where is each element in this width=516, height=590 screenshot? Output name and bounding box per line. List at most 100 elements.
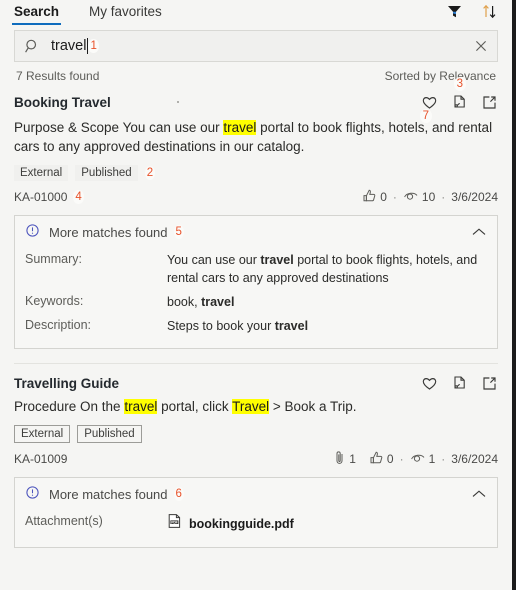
match-key: Summary: [25,252,82,266]
annotation-badge-3: 3 [453,77,466,91]
tab-my-favorites-label: My favorites [89,4,162,19]
more-matches-toggle[interactable]: More matches found 6 [15,478,497,510]
open-in-new-window-icon[interactable] [481,375,498,392]
results-count: 7 Results found [16,69,100,83]
article-id: KA-01000 [14,190,68,204]
result-actions [421,374,498,392]
view-stat: 10 [403,188,435,206]
result-id-row: KA-01009 1 0 · 1 · 3/6/2024 [14,450,498,468]
more-matches-panel: More matches found 5 Summary: You can us… [14,215,498,349]
tab-my-favorites[interactable]: My favorites [87,0,164,25]
result-snippet: Purpose & Scope You can use our travel p… [14,118,498,156]
document-link-icon[interactable] [451,375,468,392]
search-panel: Search My favorites travel 1 7 Results f… [0,0,516,590]
chevron-up-icon[interactable] [471,227,487,237]
status-badge: Published [75,165,138,181]
annotation-badge-7: 7 [419,109,432,123]
result-header: Travelling Guide [14,374,498,392]
match-row: Description: Steps to book your travel [25,314,487,338]
result-tags: External Published [14,425,498,443]
result-snippet: Procedure On the travel portal, click Tr… [14,397,498,416]
result-tags: External Published 2 [14,165,498,181]
more-matches-label: More matches found [49,486,168,502]
match-key: Description: [25,318,91,332]
more-matches-body: Summary: You can use our travel portal t… [15,248,497,348]
more-matches-toggle[interactable]: More matches found 5 [15,216,497,248]
toolbar-actions [446,3,498,20]
like-count: 0 [380,190,387,204]
annotation-badge-6: 6 [173,487,184,501]
more-matches-panel: More matches found 6 Attachment(s) PDF b… [14,477,498,548]
result-title[interactable]: Travelling Guide [14,374,119,391]
sort-icon[interactable] [481,3,498,20]
result-date: 3/6/2024 [451,452,498,466]
eye-icon [403,188,419,206]
like-count: 0 [386,452,394,466]
results-meta: 7 Results found Sorted by Relevance [0,62,512,87]
result-actions: 7 [419,93,498,123]
search-area: travel 1 [0,28,512,62]
document-link-icon[interactable] [451,94,468,111]
stat-separator: · [441,452,446,466]
open-in-new-window-icon[interactable] [481,94,498,111]
match-text-bold: travel [260,253,294,267]
result-item: Booking Travel 7 Purpose & Scope You can… [0,77,512,349]
annotation-badge-5: 5 [173,225,184,239]
match-text-bold: travel [274,319,309,333]
status-badge: External [14,425,71,443]
snippet-text: portal, click [157,399,233,414]
result-stats: 1 0 · 1 · 3/6/2024 [333,450,498,468]
match-row: Summary: You can use our travel portal t… [25,248,487,290]
attachment-key: Attachment(s) [25,514,103,528]
like-stat: 0 [362,188,387,206]
chevron-up-icon[interactable] [471,489,487,499]
thumbs-up-icon [362,188,377,206]
match-value: You can use our travel portal to book fl… [167,251,487,287]
search-input-value-wrap: travel 1 [51,38,473,54]
result-title[interactable]: Booking Travel [14,93,111,110]
result-item: Travelling Guide Procedure On the travel… [0,374,512,548]
info-circle-icon [25,223,40,241]
match-value: book, travel [167,293,487,311]
match-text: book, [167,295,202,309]
result-divider [14,363,498,364]
view-count: 1 [428,452,436,466]
result-stats: 3 0 · 10 · 3/6/2024 [362,77,498,206]
article-id: KA-01009 [14,452,68,466]
stat-separator: · [392,190,397,204]
attachment-row: Attachment(s) PDF bookingguide.pdf [25,510,487,537]
match-key: Keywords: [25,294,84,308]
attachment-count: 1 [349,452,356,466]
stat-separator: · [441,190,446,204]
paperclip-icon [333,450,346,468]
stat-separator: · [399,452,404,466]
annotation-badge-4: 4 [73,190,84,204]
tab-search[interactable]: Search [12,0,62,25]
search-input[interactable]: travel 1 [14,30,498,62]
view-stat: 1 [410,450,436,468]
match-text: You can use our [167,253,261,267]
heart-icon[interactable] [421,375,438,392]
svg-text:PDF: PDF [171,520,177,524]
filter-icon[interactable] [446,3,463,20]
attachment-link[interactable]: PDF bookingguide.pdf [167,513,487,534]
more-matches-body: Attachment(s) PDF bookingguide.pdf [15,510,497,547]
like-stat: 0 [369,450,394,468]
close-icon[interactable] [473,38,489,54]
snippet-text: Purpose & Scope You can use our [14,120,224,135]
sort-order-label[interactable]: Sorted by Relevance [385,69,496,83]
match-text-bold: travel [201,295,235,309]
snippet-highlight: travel [124,399,158,414]
tab-bar: Search My favorites [0,0,512,28]
annotation-badge-2: 2 [144,166,156,180]
thumbs-up-icon [369,450,384,468]
snippet-highlight: travel [223,120,257,135]
match-row: Keywords: book, travel [25,290,487,314]
snippet-text: Procedure On the [14,399,125,414]
pdf-file-icon: PDF [167,513,182,534]
attachment-filename: bookingguide.pdf [189,516,294,531]
annotation-badge-1: 1 [88,39,99,53]
view-count: 10 [421,190,436,204]
snippet-text: > Book a Trip. [269,399,357,414]
match-value: Steps to book your travel [167,317,487,335]
